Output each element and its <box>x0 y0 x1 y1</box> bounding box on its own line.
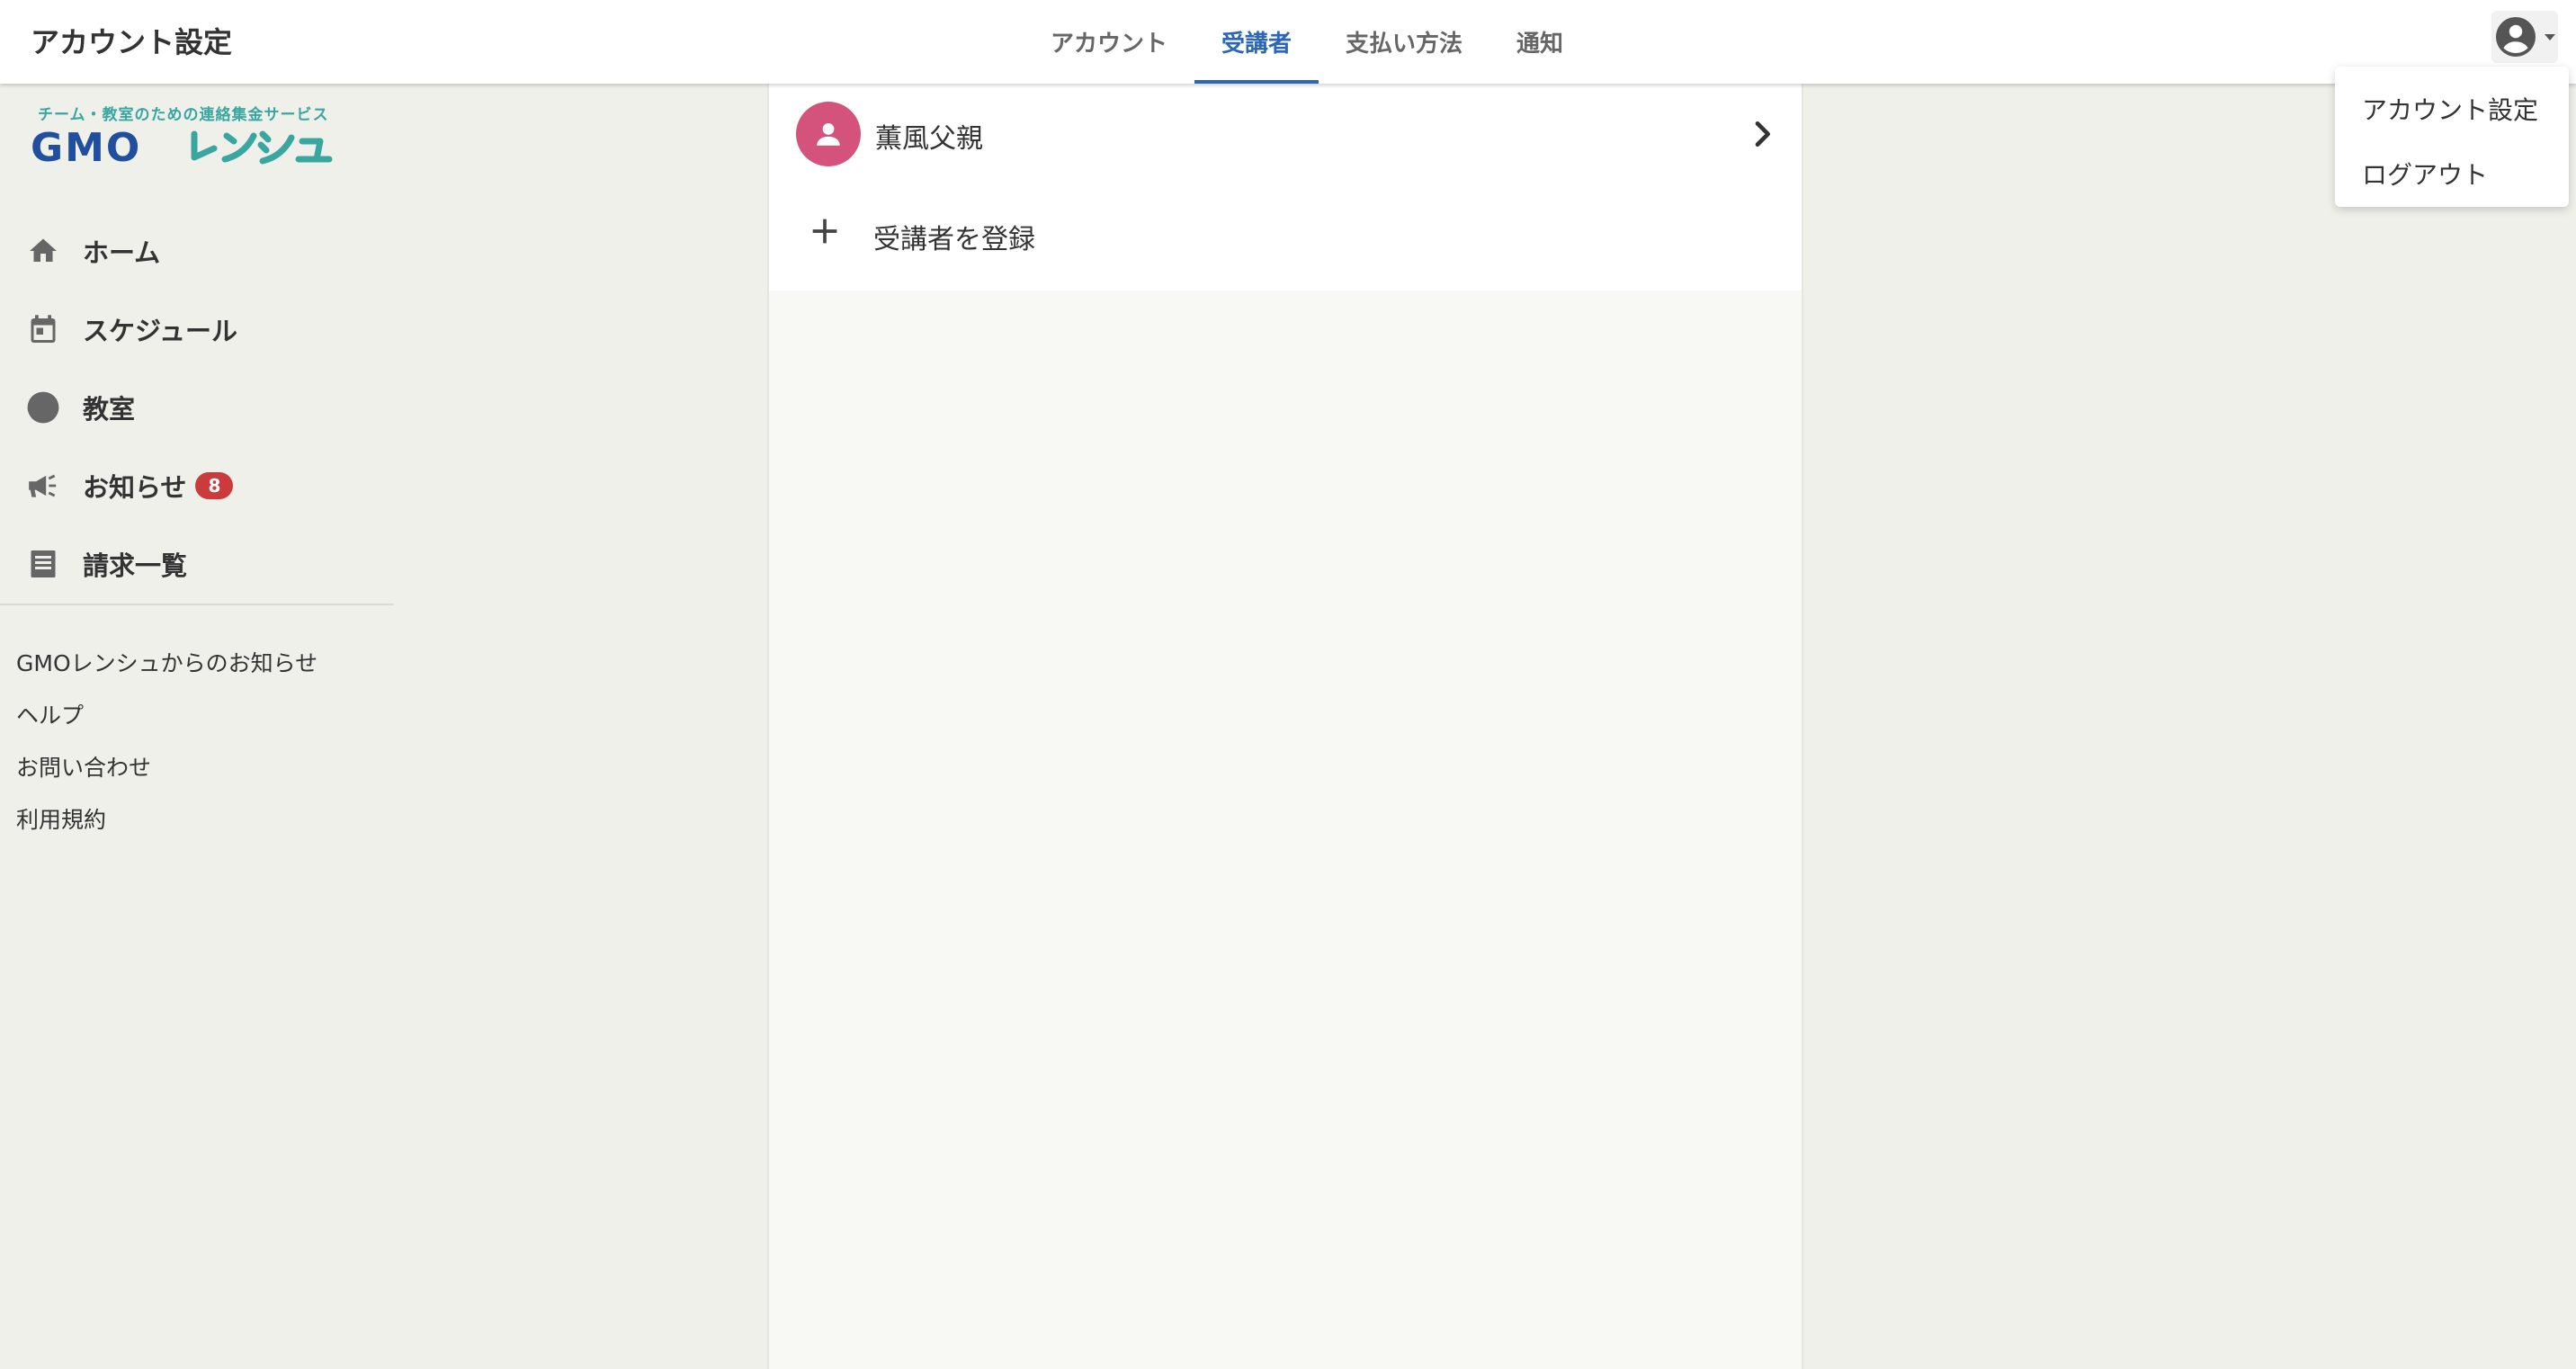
sidebar: チーム・教室のための連絡集金サービス GMO ホーム スケジュール 教室 お知ら… <box>0 84 396 1369</box>
gmo-renshu-logo[interactable]: チーム・教室のための連絡集金サービス GMO <box>31 102 336 171</box>
students-card: 薫風父親 受講者を登録 <box>769 84 1802 291</box>
sidebar-item-label: 教室 <box>83 393 136 425</box>
news-count-badge: 8 <box>195 471 234 499</box>
sidebar-links: GMOレンシュからのお知らせ ヘルプ お問い合わせ 利用規約 <box>16 636 318 845</box>
circle-icon <box>25 389 61 425</box>
chevron-right-icon <box>1755 121 1770 147</box>
account-menu-button[interactable] <box>2491 11 2558 63</box>
home-icon <box>25 233 61 269</box>
sidebar-divider <box>0 604 394 605</box>
tab-payment-method[interactable]: 支払い方法 <box>1319 0 1489 84</box>
student-avatar <box>796 102 861 166</box>
caret-down-icon <box>2545 33 2555 40</box>
add-student-label: 受講者を登録 <box>873 224 1035 255</box>
tab-students[interactable]: 受講者 <box>1194 0 1319 84</box>
account-circle-icon <box>2496 17 2536 57</box>
calendar-icon <box>25 311 61 347</box>
sidebar-item-label: スケジュール <box>83 315 237 346</box>
main-panel: 薫風父親 受講者を登録 <box>767 84 1803 1369</box>
dropdown-item-logout[interactable]: ログアウト <box>2335 139 2569 209</box>
logo-wordmark: GMO <box>31 125 333 171</box>
page-title: アカウント設定 <box>31 25 233 59</box>
svg-text:GMO: GMO <box>31 125 141 171</box>
student-list-item[interactable]: 薫風父親 <box>769 84 1802 188</box>
megaphone-icon <box>25 468 61 504</box>
app-root: アカウント設定 アカウント 受講者 支払い方法 通知 アカウント設定 ログアウト… <box>0 0 2576 1369</box>
sidebar-item-invoices[interactable]: 請求一覧 <box>0 524 396 603</box>
tab-account[interactable]: アカウント <box>1024 0 1194 84</box>
settings-tabs: アカウント 受講者 支払い方法 通知 <box>1024 0 1590 84</box>
link-terms[interactable]: 利用規約 <box>16 792 318 845</box>
sidebar-item-schedule[interactable]: スケジュール <box>0 290 396 368</box>
top-header: アカウント設定 アカウント 受講者 支払い方法 通知 <box>0 0 2576 84</box>
student-name: 薫風父親 <box>875 123 983 155</box>
link-help[interactable]: ヘルプ <box>16 688 318 740</box>
sidebar-item-label: 請求一覧 <box>83 550 188 581</box>
plus-icon <box>812 219 837 244</box>
sidebar-item-label: ホーム <box>83 237 161 268</box>
add-student-button[interactable]: 受講者を登録 <box>769 188 1802 291</box>
link-gmo-news[interactable]: GMOレンシュからのお知らせ <box>16 636 318 688</box>
dropdown-item-account-settings[interactable]: アカウント設定 <box>2335 79 2569 139</box>
sidebar-nav: ホーム スケジュール 教室 お知らせ 8 請求一覧 <box>0 211 396 603</box>
link-contact[interactable]: お問い合わせ <box>16 740 318 792</box>
sidebar-item-label: お知らせ <box>83 471 187 503</box>
person-icon <box>817 122 840 146</box>
account-dropdown: アカウント設定 ログアウト <box>2335 67 2569 207</box>
receipt-icon <box>25 546 61 582</box>
sidebar-item-news[interactable]: お知らせ 8 <box>0 446 396 524</box>
sidebar-item-home[interactable]: ホーム <box>0 211 396 290</box>
tab-notification[interactable]: 通知 <box>1489 0 1590 84</box>
sidebar-item-classroom[interactable]: 教室 <box>0 368 396 446</box>
